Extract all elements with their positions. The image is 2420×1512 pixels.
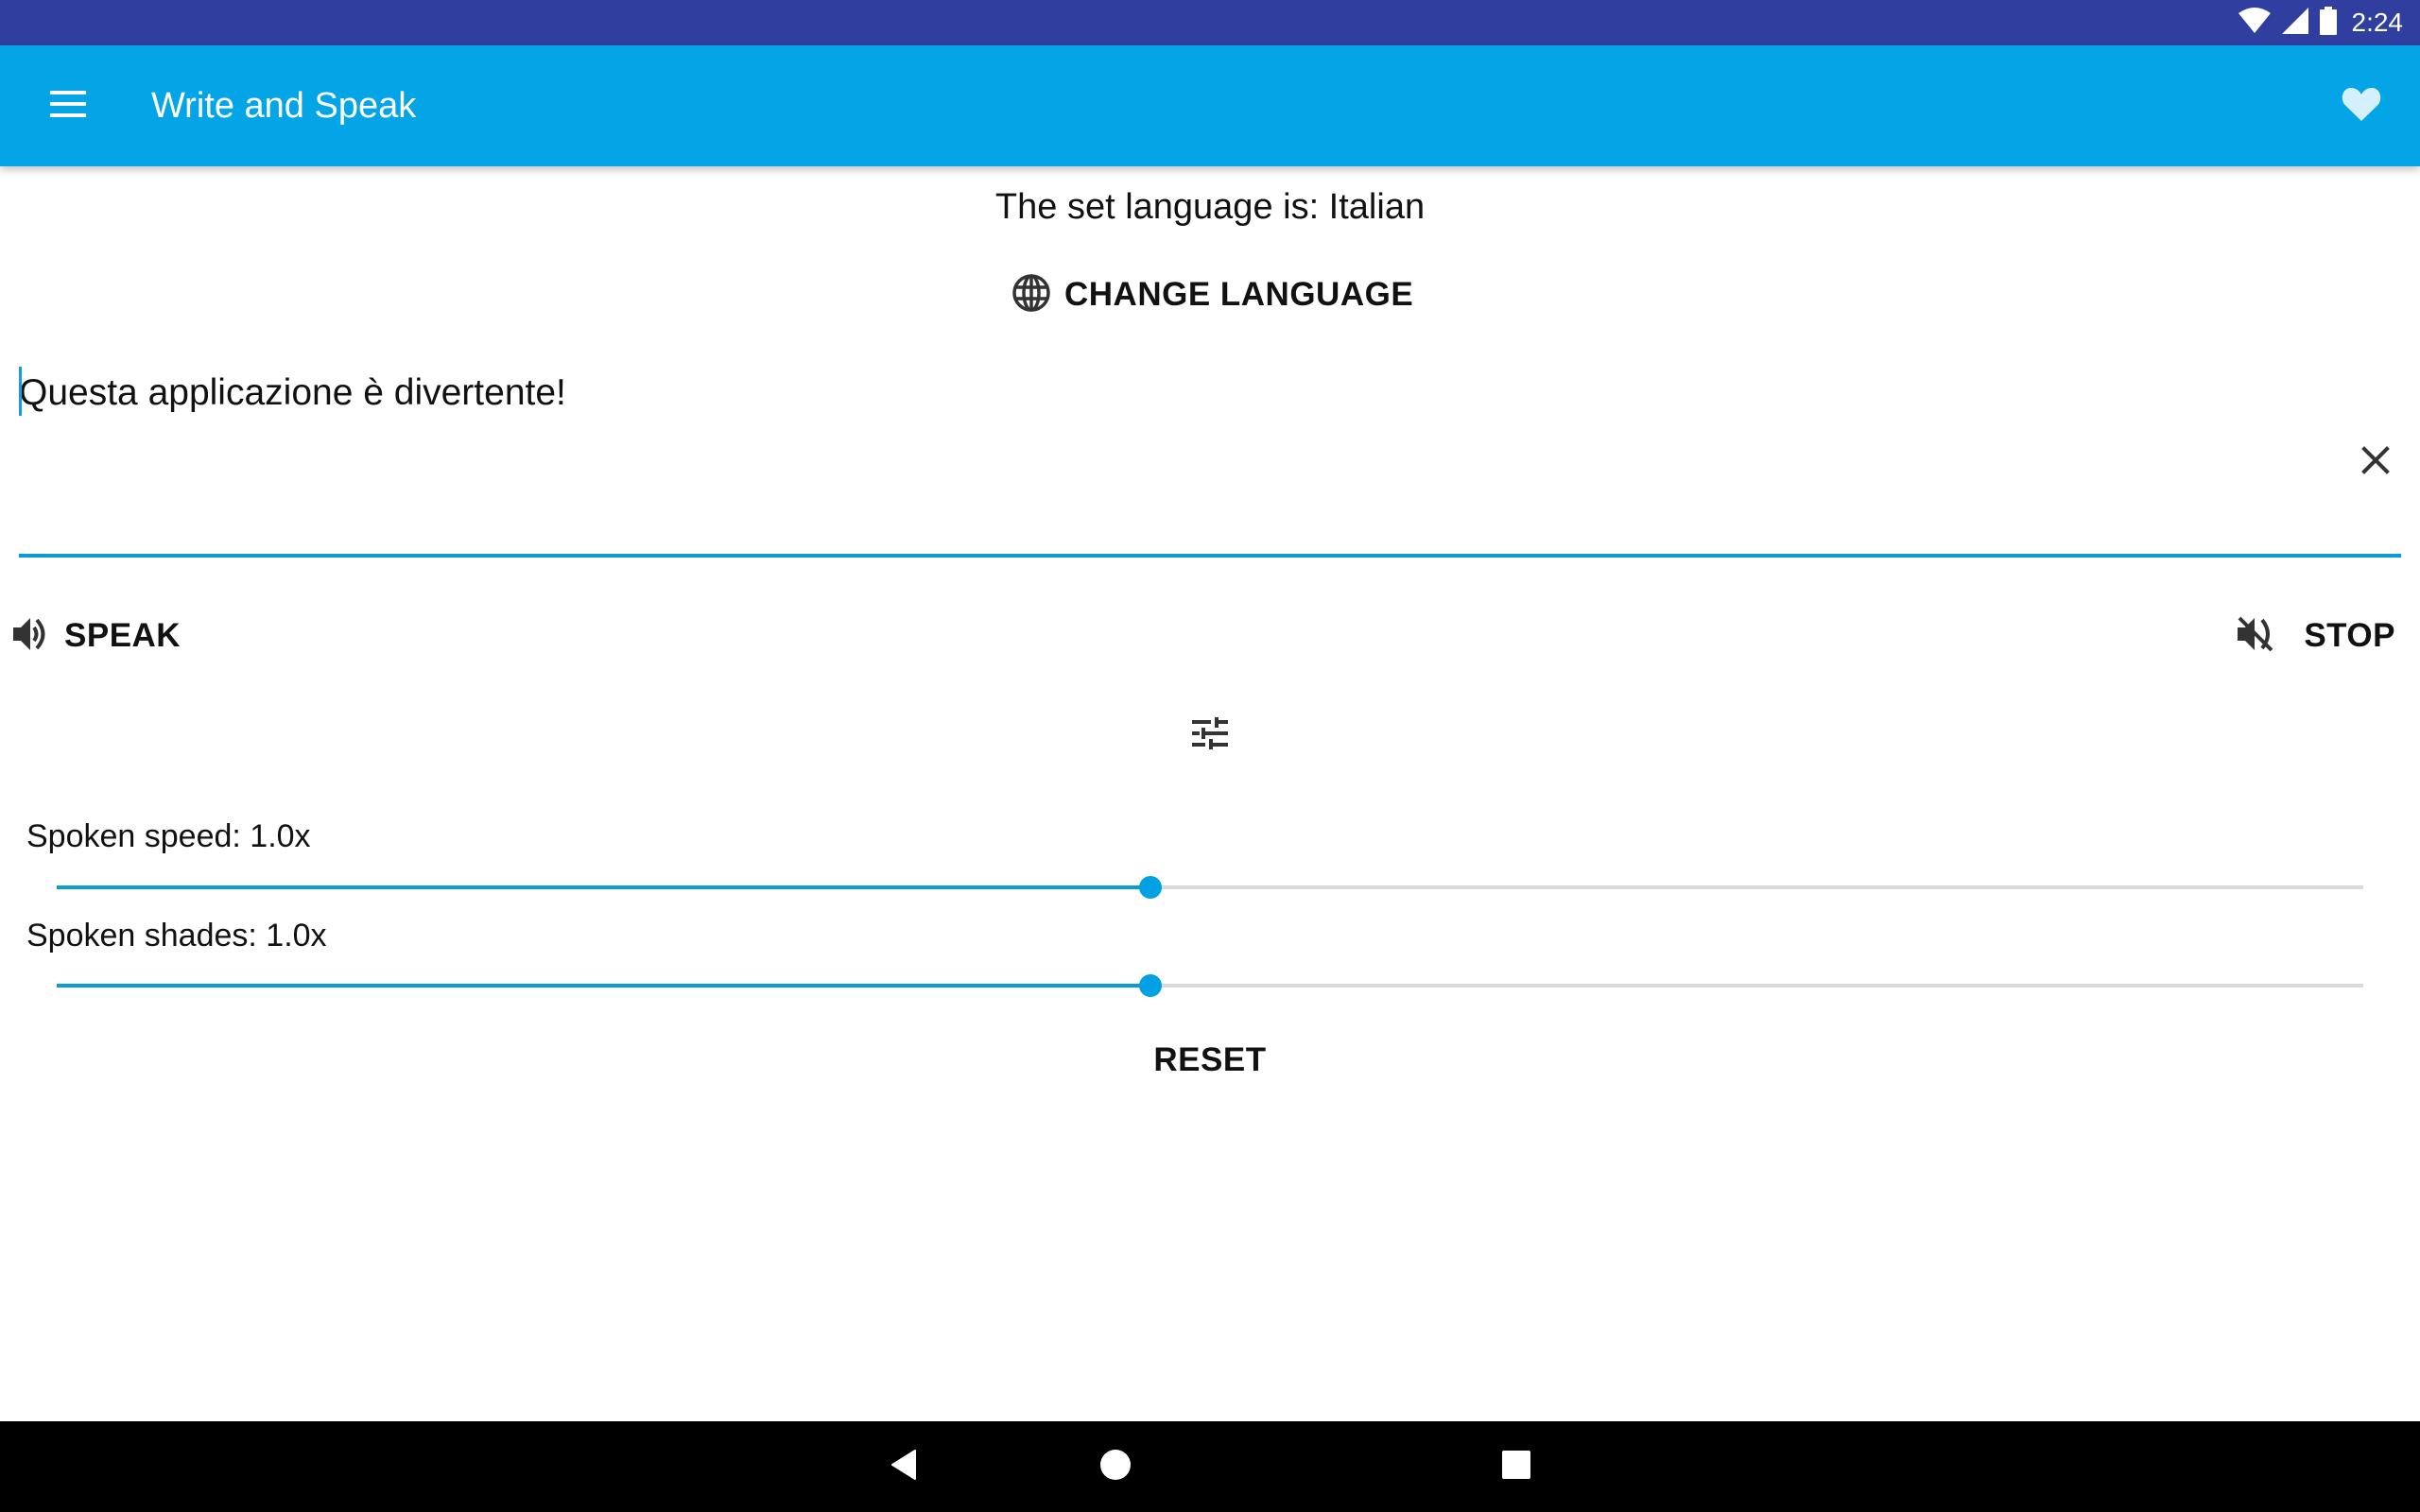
text-input[interactable] (19, 359, 2325, 548)
app-title: Write and Speak (151, 86, 417, 126)
cell-signal-icon (2281, 7, 2308, 39)
status-bar: 2:24 (0, 0, 2420, 45)
shades-slider[interactable] (57, 967, 2363, 1005)
wifi-icon (2238, 7, 2271, 39)
slider-thumb[interactable] (1138, 974, 1162, 997)
change-language-label: CHANGE LANGUAGE (1064, 276, 1414, 313)
speak-label: SPEAK (64, 617, 182, 654)
volume-up-icon (13, 617, 51, 656)
stop-label: STOP (2304, 617, 2395, 654)
globe-icon (1011, 273, 1051, 318)
current-language-label: The set language is: Italian (994, 187, 1426, 227)
tune-icon (1192, 716, 1228, 754)
change-language-button[interactable]: CHANGE LANGUAGE (1011, 268, 1413, 321)
back-icon (890, 1449, 917, 1485)
slider-fill (57, 984, 1150, 988)
favorite-button[interactable] (2331, 79, 2392, 132)
clear-text-button[interactable] (2352, 438, 2399, 486)
text-input-container (19, 359, 2401, 558)
recents-button[interactable] (1490, 1440, 1543, 1493)
volume-off-icon (2238, 616, 2275, 657)
home-button[interactable] (1089, 1440, 1142, 1493)
system-nav-bar (0, 1421, 2420, 1512)
speak-button[interactable]: SPEAK (13, 605, 181, 667)
status-time: 2:24 (2351, 8, 2404, 37)
battery-icon (2319, 6, 2337, 40)
app-toolbar: Write and Speak (0, 45, 2420, 166)
status-icons: 2:24 (2238, 0, 2404, 45)
speed-slider[interactable] (57, 868, 2363, 906)
hamburger-menu-icon (50, 90, 86, 122)
back-button[interactable] (877, 1440, 930, 1493)
voice-settings-toggle[interactable] (1182, 711, 1238, 760)
text-input-underline (19, 554, 2401, 558)
reset-label: RESET (1153, 1041, 1267, 1078)
home-icon (1099, 1449, 1132, 1486)
slider-thumb[interactable] (1138, 876, 1162, 899)
recents-icon (1502, 1450, 1530, 1484)
heart-icon (2342, 86, 2381, 127)
text-cursor (19, 367, 22, 416)
stop-button[interactable]: STOP (2238, 605, 2395, 667)
speed-slider-label: Spoken speed: 1.0x (26, 818, 311, 854)
menu-button[interactable] (38, 77, 98, 134)
slider-fill (57, 885, 1150, 889)
shades-slider-label: Spoken shades: 1.0x (26, 918, 327, 954)
reset-button[interactable]: RESET (1134, 1034, 1286, 1087)
close-icon (2361, 445, 2390, 479)
